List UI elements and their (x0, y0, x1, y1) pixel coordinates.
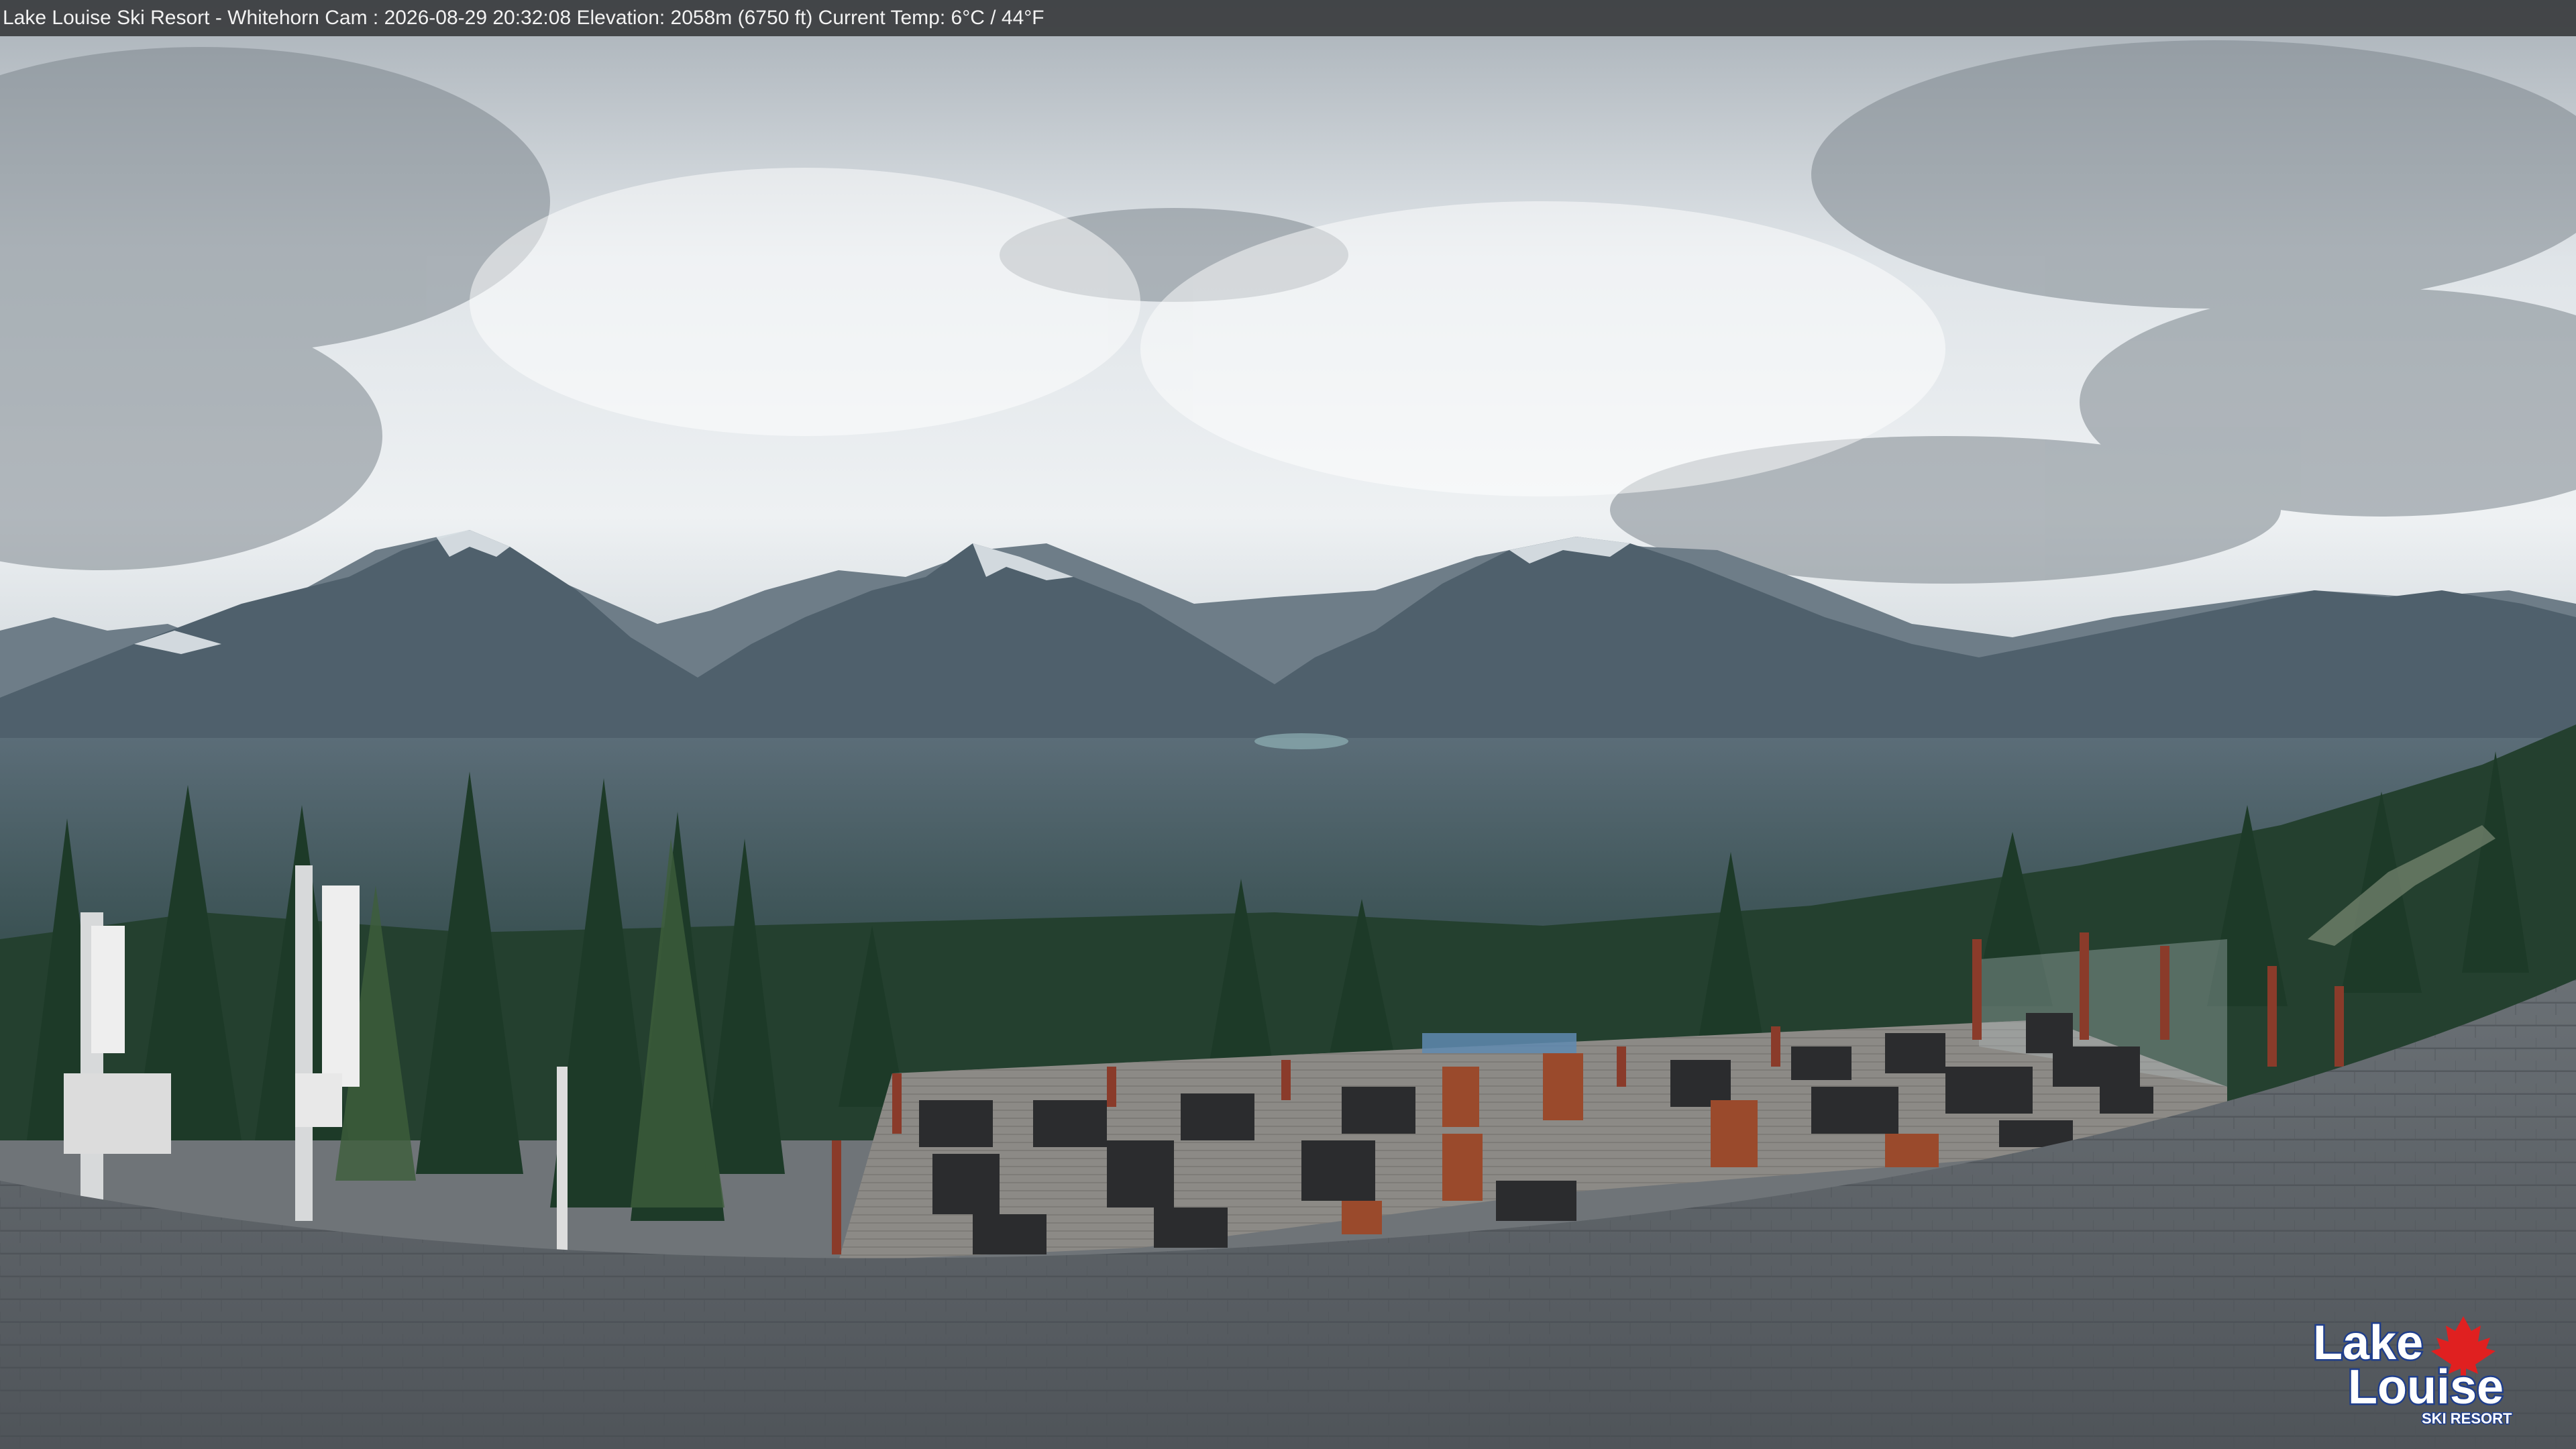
webcam-scene (0, 0, 2576, 1449)
logo-line2: Louise (2348, 1360, 2504, 1414)
caption-text: Lake Louise Ski Resort - Whitehorn Cam :… (3, 7, 1044, 29)
lake-louise-logo: Lake Louise SKI RESORT (2312, 1315, 2514, 1428)
logo-line3: SKI RESORT (2422, 1410, 2512, 1427)
timestamp-overlay: Lake Louise Ski Resort - Whitehorn Cam :… (0, 0, 2576, 36)
